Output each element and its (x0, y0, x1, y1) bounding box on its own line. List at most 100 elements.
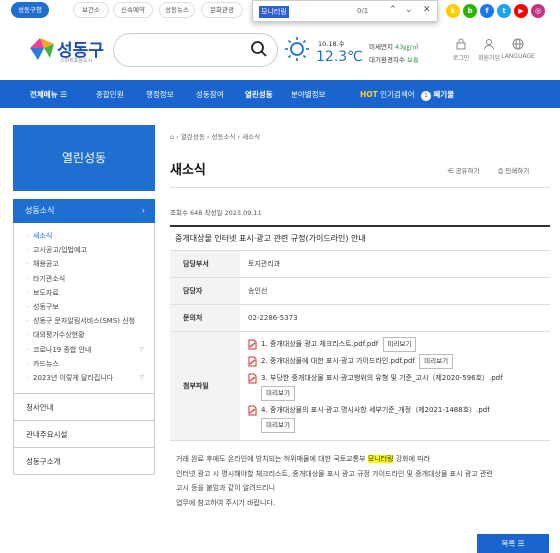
list-icon: ☰ (517, 539, 525, 548)
pdf-icon (248, 339, 257, 350)
all-menu-button[interactable]: 전체메뉴 ☰ (30, 89, 67, 100)
sidebar-item-intro[interactable]: 성동구소개 (13, 448, 155, 476)
sun-icon (285, 37, 309, 61)
instagram-icon[interactable]: ◎ (531, 4, 545, 18)
find-count: 0/1 (357, 7, 369, 15)
kakao-icon[interactable]: k (446, 4, 460, 18)
facebook-icon[interactable]: f (480, 4, 494, 18)
sidebar-submenu: 새소식 고시공고/입법예고 채용공고 타기관소식 보도자료 성동구보 성동구 문… (13, 223, 155, 395)
submenu-item[interactable]: 새소식 (26, 229, 154, 243)
nav-item-admin[interactable]: 행정정보 (146, 89, 174, 100)
chevron-down-icon: ▽ (139, 345, 144, 353)
nav-item-civil[interactable]: 종합민원 (96, 89, 124, 100)
find-bar[interactable]: 모니터링 0/1 ⌃ ⌄ ✕ (252, 0, 438, 22)
row-label: 첨부파일 (170, 332, 240, 440)
find-prev-icon[interactable]: ⌃ (389, 5, 397, 15)
pdf-icon (248, 356, 257, 367)
breadcrumb-item[interactable]: 성동소식 (212, 133, 236, 141)
tab-quick-reservation[interactable]: 신속예약 (113, 2, 153, 18)
preview-button[interactable]: 미리보기 (261, 418, 295, 433)
page-title: 새소식 (170, 163, 206, 178)
row-label: 담당자 (170, 278, 240, 304)
table-row: 담당부서 토지관리과 (170, 251, 550, 278)
print-button[interactable]: ⎙ 인쇄하기 (498, 165, 529, 176)
attachment-link[interactable]: 1. 중개대상물 광고 체크리스트.pdf.pdf (261, 340, 378, 348)
preview-button[interactable]: 미리보기 (382, 337, 417, 352)
preview-button[interactable]: 미리보기 (261, 386, 295, 401)
sidebar-item-news[interactable]: 성동소식 › (13, 199, 155, 223)
search-icon[interactable] (250, 40, 268, 58)
row-label: 담당부서 (170, 251, 240, 277)
popular-keyword[interactable]: 1 폐기물 (421, 89, 454, 101)
share-button[interactable]: ⋲ 공유하기 (447, 165, 480, 175)
attachment-item: 2. 중개대상물에 대한 표시·광고 가이드라인.pdf.pdf 미리보기 (248, 354, 550, 369)
submenu-item[interactable]: 성동구 문자알림서비스(SMS) 신청 (26, 314, 154, 328)
search-highlight: 모니터링 (367, 455, 394, 463)
attachment-link[interactable]: 2. 중개대상물에 대한 표시·광고 가이드라인.pdf.pdf (261, 357, 415, 365)
submenu-item[interactable]: 타기관소식 (26, 272, 154, 286)
popular-search[interactable]: HOT 인기검색어 (360, 89, 415, 100)
tab-news[interactable]: 성동뉴스 (159, 2, 195, 18)
submenu-item[interactable]: 코로나19 종합 안내▽ (26, 343, 154, 357)
article-body: 거래 완료 후에도 온라인에 방치되는 허위매물에 대한 국토교통부 모니터링 … (176, 455, 493, 507)
attachment-link[interactable]: 4. 중개대상물의 표시·광고 명시사항 세부기준_개정（제2021-1488호… (261, 406, 490, 414)
row-label: 문의처 (170, 305, 240, 331)
share-icon: ⋲ (447, 167, 454, 175)
twitter-icon[interactable]: t (497, 4, 511, 18)
attachment-link[interactable]: 3. 부당한 중개대상물 표시·광고행위의 유형 및 기준_고시（제2020-5… (261, 374, 503, 382)
menu-icon: ☰ (60, 90, 67, 99)
air-quality: 대기환경지수 보통 (369, 56, 419, 64)
breadcrumb-item[interactable]: 열린성동 (181, 133, 205, 141)
find-next-icon[interactable]: ⌄ (405, 5, 413, 15)
logo-icon[interactable] (26, 34, 56, 64)
chevron-down-icon: ▽ (139, 374, 144, 382)
print-icon: ⎙ (498, 167, 504, 175)
attachment-item: 4. 중개대상물의 표시·광고 명시사항 세부기준_개정（제2021-1488호… (248, 403, 550, 433)
tab-health-center[interactable]: 보건소 (73, 2, 109, 18)
weather-date: 10.18.수 (318, 40, 345, 48)
home-icon[interactable]: ⌂ (170, 133, 174, 141)
submenu-item[interactable]: 고시공고/입법예고 (26, 243, 154, 257)
find-close-icon[interactable]: ✕ (423, 5, 431, 15)
logo-subtitle: 스마트포용도시 (60, 58, 93, 64)
sidebar: 열린성동 성동소식› 새소식 고시공고/입법예고 채용공고 타기관소식 보도자료… (13, 125, 155, 476)
nav-item-fields[interactable]: 분야별정보 (291, 89, 326, 100)
submenu-item[interactable]: 보도자료 (26, 286, 154, 300)
nav-item-participation[interactable]: 성동참여 (196, 89, 224, 100)
attachment-item: 3. 부당한 중개대상물 표시·광고행위의 유형 및 기준_고시（제2020-5… (248, 371, 550, 401)
breadcrumb: ⌂ › 열린성동 › 성동소식 › 새소식 (170, 133, 261, 141)
pdf-icon (248, 373, 257, 384)
sidebar-title: 열린성동 (13, 125, 155, 191)
language-button[interactable]: LANGUAGE (498, 38, 538, 60)
tab-district-office[interactable]: 성동구청 (11, 2, 49, 18)
naver-icon[interactable]: b (463, 4, 477, 18)
breadcrumb-item[interactable]: 새소식 (242, 133, 260, 141)
article-table: 중개대상물 인터넷 표시·광고 관련 규정(가이드라인) 안내 담당부서 토지관… (170, 225, 550, 441)
find-query[interactable]: 모니터링 (259, 6, 289, 18)
pdf-icon (248, 405, 257, 416)
submenu-item[interactable]: 대외평가수상현황 (26, 328, 154, 342)
attachment-list: 1. 중개대상물 광고 체크리스트.pdf.pdf 미리보기 2. 중개대상물에… (240, 332, 550, 440)
row-value: 토지관리과 (248, 260, 281, 268)
youtube-icon[interactable]: ▶ (514, 4, 528, 18)
submenu-item[interactable]: 2023년 이렇게 달라집니다▽ (26, 371, 154, 385)
submenu-item[interactable]: 성동구보 (26, 300, 154, 314)
row-value: 02-2286-5373 (248, 314, 298, 322)
row-value: 송인선 (248, 287, 268, 295)
main-nav: 전체메뉴 ☰ 종합민원 행정정보 성동참여 열린성동 분야별정보 HOT 인기검… (0, 80, 560, 108)
submenu-item[interactable]: 카드뉴스 (26, 357, 154, 371)
weather-temperature: 12.3℃ (316, 49, 363, 65)
preview-button[interactable]: 미리보기 (419, 354, 454, 369)
submenu-item[interactable]: 채용공고 (26, 257, 154, 271)
nav-item-open[interactable]: 열린성동 (245, 89, 273, 100)
article-title: 중개대상물 인터넷 표시·광고 관련 규정(가이드라인) 안내 (170, 227, 550, 251)
list-button[interactable]: 목록 ☰ (477, 534, 549, 553)
tab-culture[interactable]: 문화관광 (201, 2, 243, 18)
table-row: 첨부파일 1. 중개대상물 광고 체크리스트.pdf.pdf 미리보기 2. 중… (170, 332, 550, 441)
fine-dust: 미세먼지 43㎍/㎥ (369, 43, 419, 51)
lock-icon (456, 38, 466, 50)
sidebar-item-building[interactable]: 청사안내 (13, 394, 155, 422)
table-row: 담당자 송인선 (170, 278, 550, 305)
sidebar-item-facilities[interactable]: 관내주요시설 (13, 421, 155, 449)
attachment-item: 1. 중개대상물 광고 체크리스트.pdf.pdf 미리보기 (248, 337, 550, 352)
